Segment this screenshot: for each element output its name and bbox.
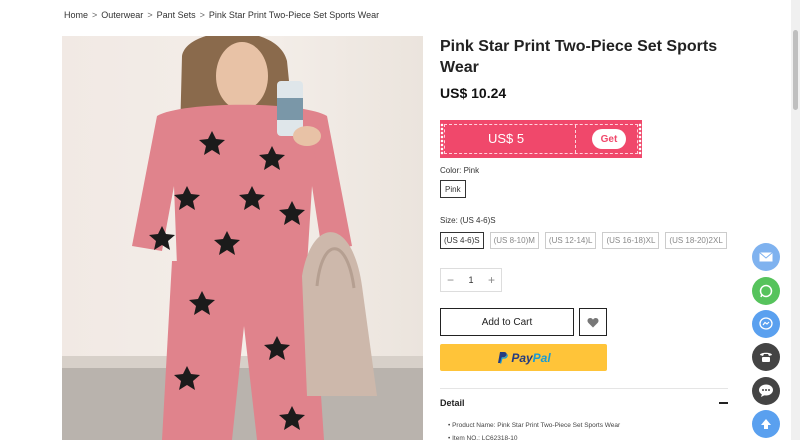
size-option-l[interactable]: (US 12-14)L (544, 232, 597, 249)
collapse-icon (719, 402, 728, 404)
size-option-xl[interactable]: (US 16-18)XL (602, 232, 660, 249)
product-photo-illustration (62, 36, 423, 440)
paypal-text-pay: Pay (511, 350, 533, 365)
paypal-logo-icon (498, 352, 509, 364)
quantity-stepper: − 1 + (440, 268, 502, 292)
chat-icon (759, 384, 773, 397)
quantity-value[interactable]: 1 (468, 275, 473, 285)
mail-icon (759, 252, 773, 262)
scrollbar-thumb[interactable] (793, 30, 798, 110)
paypal-button[interactable]: Pay Pal (440, 344, 607, 371)
breadcrumb-home[interactable]: Home (64, 10, 88, 20)
paypal-text-pal: Pal (532, 350, 551, 365)
product-price: US$ 10.24 (440, 85, 507, 101)
whatsapp-contact-button[interactable] (752, 277, 780, 305)
size-option-m[interactable]: (US 8-10)M (489, 232, 539, 249)
coupon-get-button[interactable]: Get (592, 129, 626, 149)
breadcrumb-outerwear[interactable]: Outerwear (101, 10, 143, 20)
breadcrumb-pant-sets[interactable]: Pant Sets (157, 10, 196, 20)
breadcrumb-separator: > (147, 10, 153, 20)
detail-divider (440, 388, 728, 389)
size-options: (US 4-6)S (US 8-10)M (US 12-14)L (US 16-… (440, 232, 727, 249)
size-option-2xl[interactable]: (US 18-20)2XL (665, 232, 727, 249)
product-photo[interactable] (62, 36, 423, 440)
phone-contact-button[interactable] (752, 343, 780, 371)
whatsapp-icon (759, 284, 773, 298)
breadcrumb-separator: > (92, 10, 98, 20)
coupon-banner: US$ 5 Get (440, 120, 642, 158)
phone-icon (760, 352, 772, 362)
coupon-amount: US$ 5 (488, 131, 525, 146)
breadcrumb-current: Pink Star Print Two-Piece Set Sports Wea… (208, 10, 380, 20)
coupon-divider (575, 125, 576, 153)
detail-item-product-name: Product Name: Pink Star Print Two-Piece … (448, 419, 620, 432)
coupon-edge-decoration (638, 123, 642, 155)
breadcrumb: Home > Outerwear > Pant Sets > Pink Star… (64, 10, 379, 20)
detail-item-number: Item NO.: LC62318-10 (448, 432, 620, 440)
email-contact-button[interactable] (752, 243, 780, 271)
size-option-s[interactable]: (US 4-6)S (440, 232, 484, 249)
page-scrollbar[interactable] (791, 0, 800, 440)
quantity-increase-button[interactable]: + (488, 274, 495, 286)
back-to-top-button[interactable] (752, 410, 780, 438)
chat-contact-button[interactable] (752, 377, 780, 405)
breadcrumb-separator: > (199, 10, 205, 20)
heart-icon (587, 317, 599, 327)
detail-list: Product Name: Pink Star Print Two-Piece … (448, 419, 620, 440)
messenger-icon (759, 317, 773, 330)
detail-toggle[interactable]: Detail (440, 398, 728, 408)
product-title: Pink Star Print Two-Piece Set Sports Wea… (440, 38, 718, 76)
detail-heading: Detail (440, 398, 465, 408)
color-label: Color: Pink (440, 166, 480, 175)
messenger-contact-button[interactable] (752, 310, 780, 338)
wishlist-button[interactable] (579, 308, 607, 336)
color-option-pink[interactable]: Pink (440, 180, 466, 198)
quantity-decrease-button[interactable]: − (447, 274, 454, 286)
size-label: Size: (US 4-6)S (440, 216, 496, 225)
arrow-up-icon (761, 419, 771, 429)
add-to-cart-button[interactable]: Add to Cart (440, 308, 574, 336)
